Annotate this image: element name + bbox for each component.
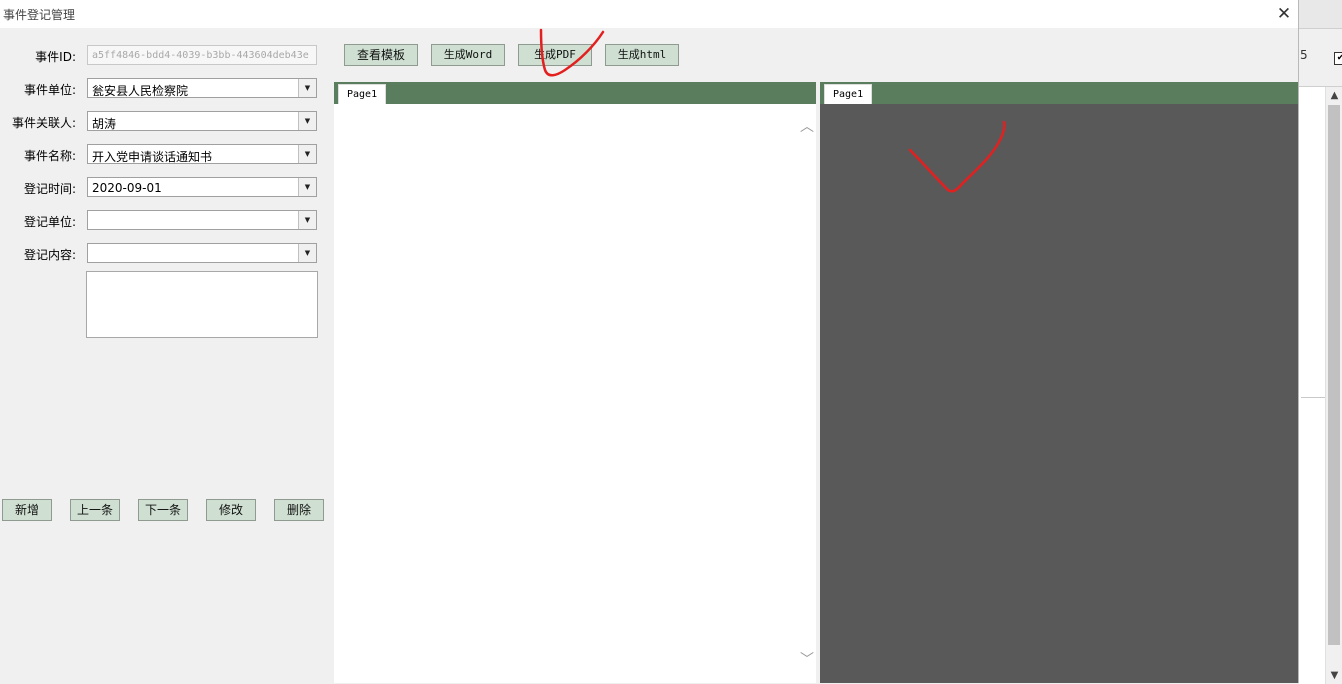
scroll-up-icon[interactable]: ▲ [1326, 87, 1342, 104]
scroll-down-icon[interactable]: ▼ [1326, 667, 1342, 684]
template-viewer-page[interactable]: ︿ ﹀ [334, 104, 816, 683]
chevron-down-icon[interactable]: ﹀ [800, 653, 814, 667]
viewer-tabstrip: Page1 [334, 82, 816, 105]
event-unit-label: 事件单位: [23, 83, 76, 97]
event-unit-select[interactable]: 瓮安县人民检察院 ▼ [87, 78, 317, 98]
background-scrollbar[interactable]: ▲ ▼ [1325, 87, 1342, 684]
tab-page1[interactable]: Page1 [338, 84, 387, 105]
event-unit-value: 瓮安县人民检察院 [92, 84, 189, 98]
output-viewer-page[interactable] [820, 104, 1298, 683]
background-text-fragment: 5 [1300, 48, 1308, 62]
close-icon[interactable]: ✕ [1272, 3, 1296, 25]
generate-word-button[interactable]: 生成Word [431, 44, 505, 66]
viewer-tabstrip: Page1 [820, 82, 1298, 105]
edit-button[interactable]: 修改 [206, 499, 256, 521]
event-name-label: 事件名称: [23, 149, 76, 163]
previous-button[interactable]: 上一条 [70, 499, 120, 521]
scrollbar-thumb[interactable] [1328, 105, 1340, 645]
chevron-down-icon[interactable]: ▼ [298, 244, 316, 262]
event-name-select[interactable]: 开入党申请谈话通知书 ▼ [87, 144, 317, 164]
register-time-label: 登记时间: [23, 182, 76, 196]
generate-html-button[interactable]: 生成html [605, 44, 679, 66]
register-time-value: 2020-09-01 [92, 181, 162, 195]
chevron-down-icon[interactable]: ▼ [298, 79, 316, 97]
event-name-value: 开入党申请谈话通知书 [92, 150, 213, 164]
register-content-select[interactable]: ▼ [87, 243, 317, 263]
title-bar: 事件登记管理 ✕ [0, 0, 1298, 28]
chevron-down-icon[interactable]: ▼ [298, 112, 316, 130]
chevron-down-icon[interactable]: ▼ [298, 178, 316, 196]
background-titlebar [1299, 0, 1342, 29]
event-contact-value: 胡涛 [92, 117, 117, 131]
template-viewer: Page1 ︿ ﹀ [334, 82, 816, 683]
event-id-field[interactable]: a5ff4846-bdd4-4039-b3bb-443604deb43e [87, 45, 317, 65]
register-unit-select[interactable]: ▼ [87, 210, 317, 230]
register-time-select[interactable]: 2020-09-01 ▼ [87, 177, 317, 197]
next-button[interactable]: 下一条 [138, 499, 188, 521]
delete-button[interactable]: 删除 [274, 499, 324, 521]
register-content-label: 登记内容: [23, 248, 76, 262]
event-contact-label: 事件关联人: [11, 116, 76, 130]
window-title: 事件登记管理 [3, 8, 76, 22]
background-panel: ▲ ▼ [1299, 86, 1342, 684]
event-id-value: a5ff4846-bdd4-4039-b3bb-443604deb43e [92, 50, 309, 61]
chevron-up-icon[interactable]: ︿ [800, 120, 814, 134]
event-registration-window: 事件登记管理 ✕ 事件ID: 事件单位: 事件关联人: 事件名称: 登记时间: … [0, 0, 1299, 683]
register-unit-label: 登记单位: [23, 215, 76, 229]
event-contact-select[interactable]: 胡涛 ▼ [87, 111, 317, 131]
chevron-down-icon[interactable]: ▼ [298, 211, 316, 229]
generate-pdf-button[interactable]: 生成PDF [518, 44, 592, 66]
register-content-textarea[interactable] [86, 271, 318, 338]
tab-page1[interactable]: Page1 [824, 84, 873, 105]
background-checkbox[interactable]: ✔ [1334, 52, 1342, 65]
add-button[interactable]: 新增 [2, 499, 52, 521]
event-id-label: 事件ID: [35, 50, 76, 64]
output-viewer: Page1 [820, 82, 1298, 683]
chevron-down-icon[interactable]: ▼ [298, 145, 316, 163]
view-template-button[interactable]: 查看模板 [344, 44, 418, 66]
background-window: 5 ✔ ▲ ▼ [1298, 0, 1342, 684]
